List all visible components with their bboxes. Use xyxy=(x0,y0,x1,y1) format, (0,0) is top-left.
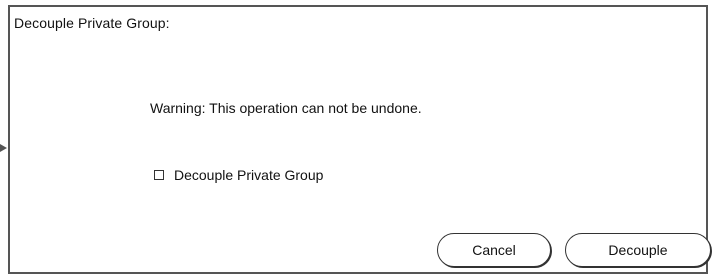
decouple-checkbox[interactable] xyxy=(154,170,164,180)
decouple-dialog: Decouple Private Group: Warning: This op… xyxy=(8,5,711,274)
pointer-arrow-icon xyxy=(0,144,7,152)
cancel-button[interactable]: Cancel xyxy=(437,233,551,267)
decouple-button[interactable]: Decouple xyxy=(565,233,711,267)
decouple-checkbox-label: Decouple Private Group xyxy=(174,167,324,183)
decouple-checkbox-row[interactable]: Decouple Private Group xyxy=(154,167,323,183)
dialog-title: Decouple Private Group: xyxy=(14,15,170,31)
warning-message: Warning: This operation can not be undon… xyxy=(150,100,422,116)
